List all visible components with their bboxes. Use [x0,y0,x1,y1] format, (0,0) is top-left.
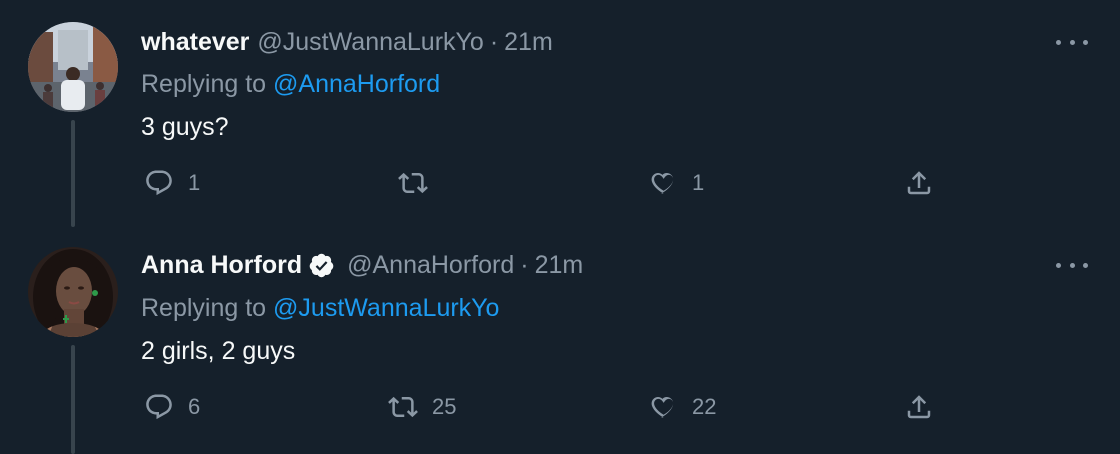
reply-count: 1 [188,170,201,195]
share-icon [907,395,931,419]
like-count: 1 [692,170,705,195]
replying-to: Replying to @AnnaHorford [141,70,440,99]
like-icon [651,396,674,418]
user-handle[interactable]: @AnnaHorford [347,251,514,280]
display-name[interactable]: Anna Horford [141,251,302,280]
separator: · [489,28,499,56]
like-icon [651,172,674,194]
more-icon[interactable] [1056,255,1088,275]
mention-link[interactable]: @JustWannaLurkYo [273,294,499,322]
display-name[interactable]: whatever [141,28,249,57]
timestamp[interactable]: 21m [535,251,584,280]
replying-to: Replying to @JustWannaLurkYo [141,294,499,323]
tweet[interactable]: Anna Horford @AnnaHorford · 21m Replying… [0,227,1120,454]
reply-icon [146,394,172,420]
retweet-icon [398,172,428,194]
verified-icon [309,253,334,278]
retweet-button[interactable] [398,168,442,198]
user-handle[interactable]: @JustWannaLurkYo [257,28,483,57]
tweet-actions: 6 25 22 [0,392,1120,432]
like-count: 22 [692,394,717,419]
more-icon[interactable] [1056,32,1088,52]
retweet-count: 25 [432,394,457,419]
tweet-header: whatever @JustWannaLurkYo · 21m [141,28,553,57]
share-button[interactable] [904,168,934,198]
timestamp[interactable]: 21m [504,28,553,57]
retweet-icon [388,396,418,418]
tweet-text: 3 guys? [141,113,229,141]
reply-icon [146,170,172,196]
reply-button[interactable]: 1 [144,168,200,198]
like-button[interactable]: 1 [648,168,704,198]
retweet-button[interactable]: 25 [388,392,456,422]
share-icon [907,171,931,195]
reply-button[interactable]: 6 [144,392,200,422]
like-button[interactable]: 22 [648,392,716,422]
mention-link[interactable]: @AnnaHorford [273,70,440,98]
tweet[interactable]: whatever @JustWannaLurkYo · 21m Replying… [0,0,1120,227]
tweet-actions: 1 1 [0,168,1120,208]
avatar[interactable] [28,247,118,337]
share-button[interactable] [904,392,934,422]
avatar[interactable] [28,22,118,112]
reply-count: 6 [188,394,201,419]
tweet-header: Anna Horford @AnnaHorford · 21m [141,251,583,280]
replying-prefix: Replying to [141,70,267,98]
separator: · [520,251,529,279]
tweet-text: 2 girls, 2 guys [141,337,296,365]
replying-prefix: Replying to [141,294,267,322]
